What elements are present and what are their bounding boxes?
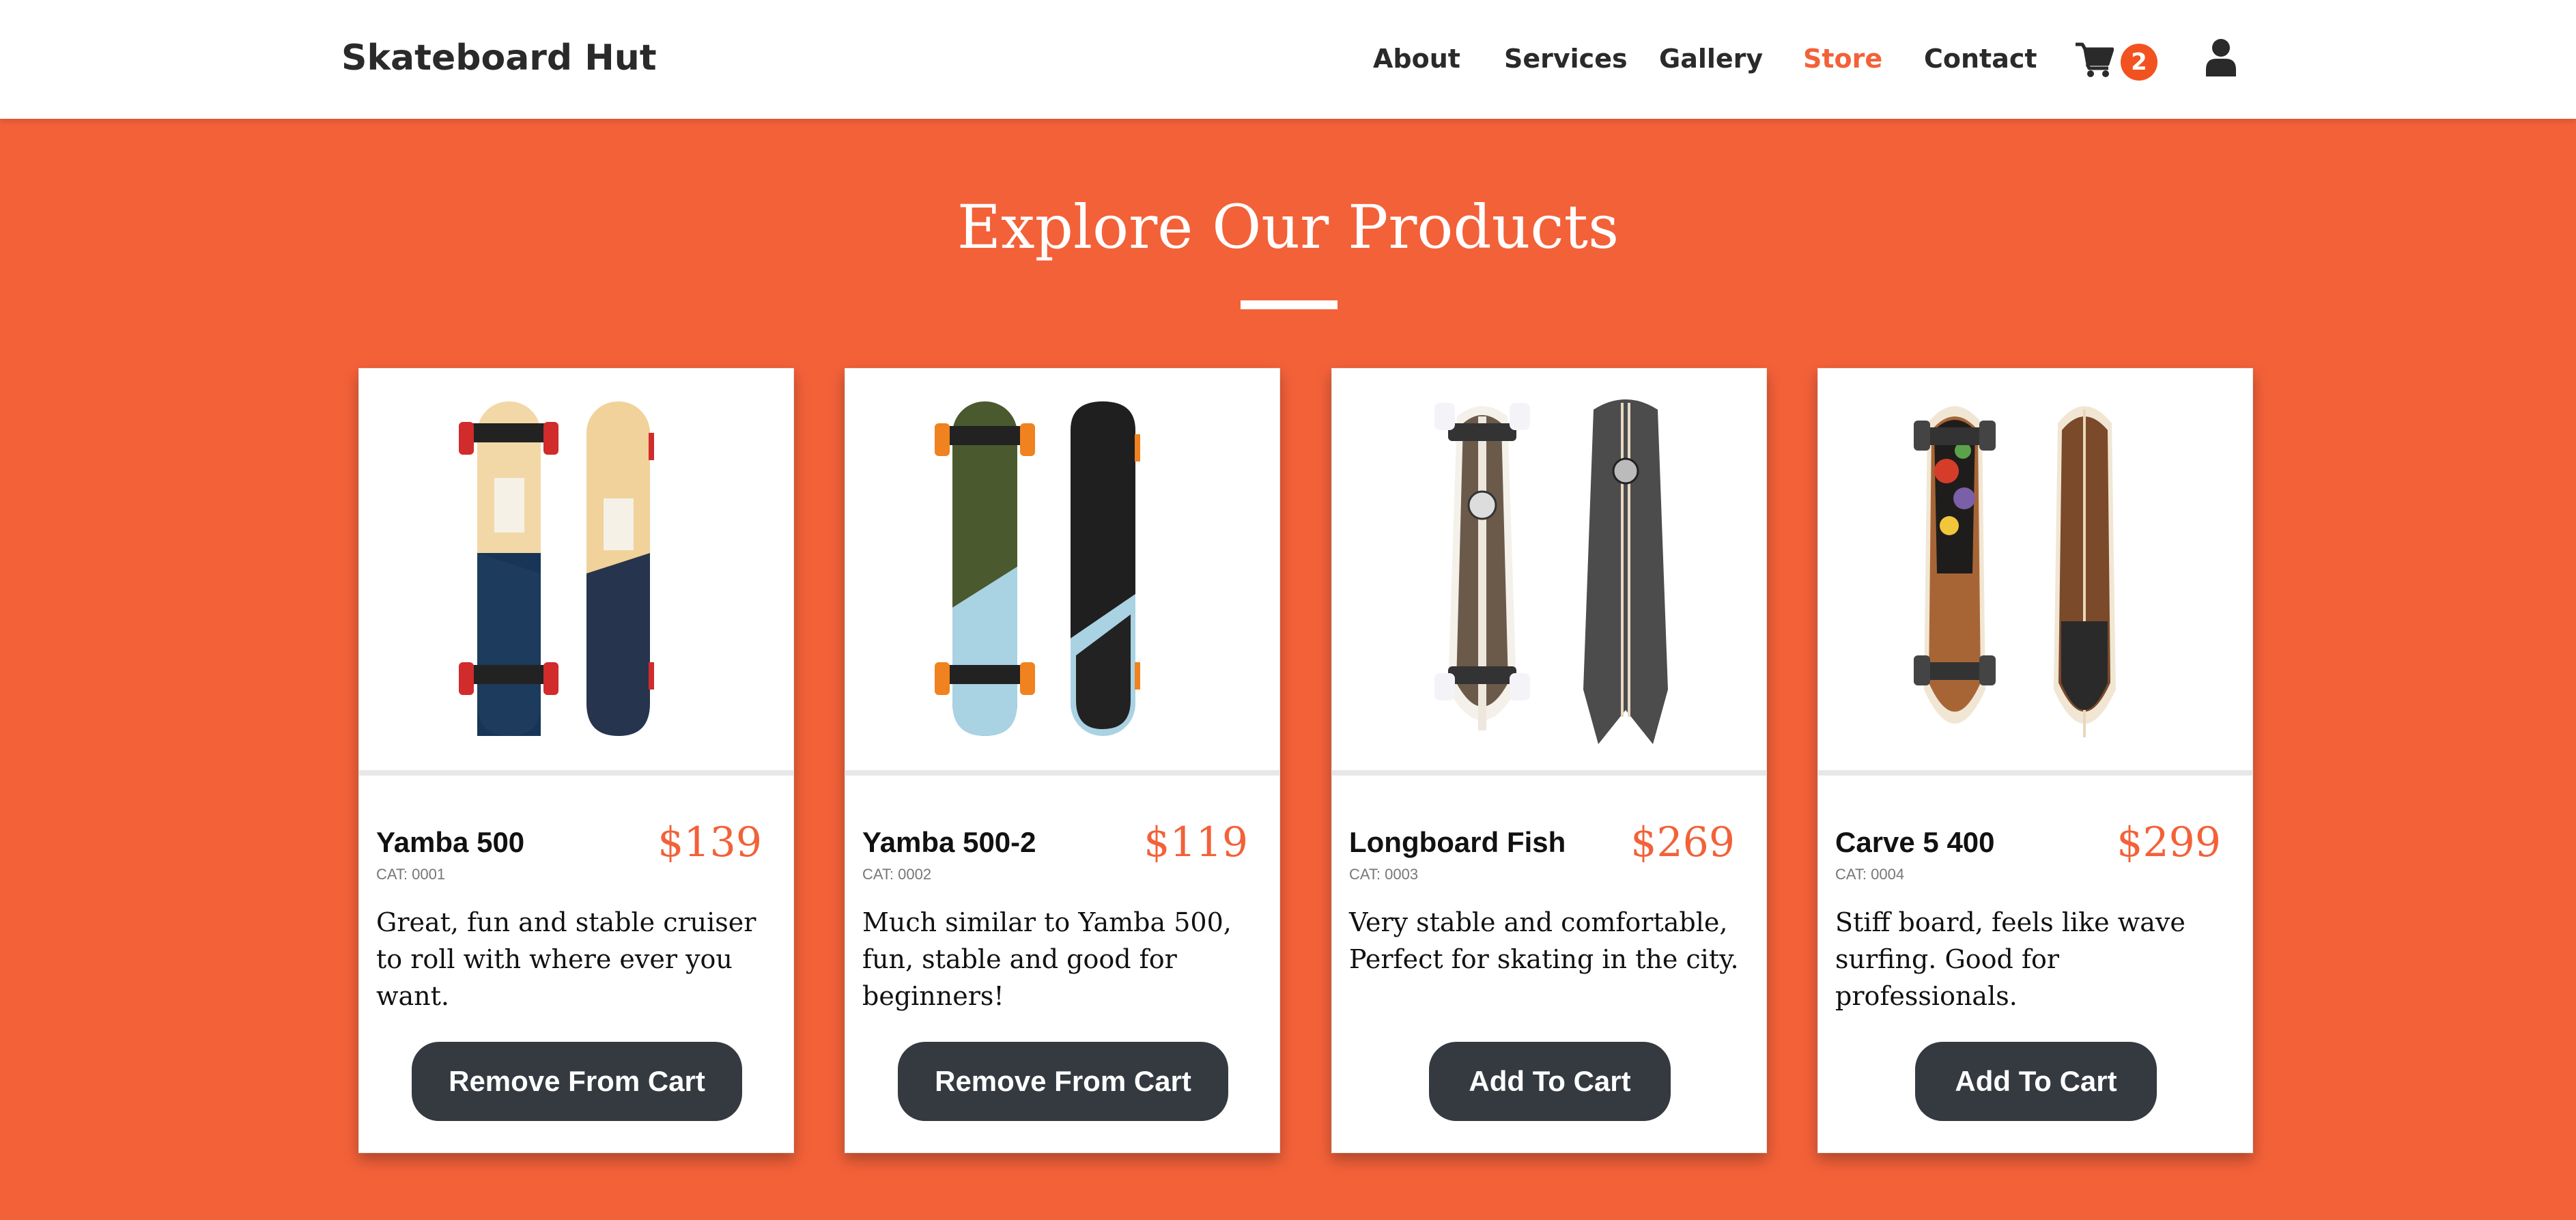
product-card: Longboard Fish CAT: 0003 $269 Very stabl…: [1331, 368, 1767, 1153]
product-card: Yamba 500 CAT: 0001 $139 Great, fun and …: [358, 368, 794, 1153]
product-name: Carve 5 400: [1835, 826, 1995, 858]
nav-link-store[interactable]: Store: [1803, 40, 1882, 78]
product-cat: CAT: 0003: [1349, 866, 1419, 883]
product-card: Yamba 500-2 CAT: 0002 $119 Much similar …: [845, 368, 1280, 1153]
product-card: Carve 5 400 CAT: 0004 $299 Stiff board, …: [1817, 368, 2253, 1153]
product-price: $299: [2117, 819, 2221, 866]
title-underline: [1241, 300, 1337, 309]
nav-link-contact[interactable]: Contact: [1924, 40, 2037, 78]
remove-from-cart-button[interactable]: Remove From Cart: [898, 1042, 1228, 1121]
cart-button[interactable]: 2: [2076, 38, 2157, 83]
product-image: [1818, 369, 2252, 776]
product-price: $269: [1630, 819, 1735, 866]
add-to-cart-button[interactable]: Add To Cart: [1915, 1042, 2157, 1121]
product-name: Yamba 500-2: [862, 826, 1036, 858]
product-image: [359, 369, 793, 776]
nav-link-gallery[interactable]: Gallery: [1659, 40, 1763, 78]
nav-link-services[interactable]: Services: [1504, 40, 1628, 78]
navbar: Skateboard Hut About Services Gallery St…: [0, 0, 2576, 119]
product-name: Longboard Fish: [1349, 826, 1566, 858]
product-price: $139: [657, 819, 762, 866]
remove-from-cart-button[interactable]: Remove From Cart: [412, 1042, 742, 1121]
product-description: Much similar to Yamba 500, fun, stable a…: [862, 907, 1232, 1011]
user-icon: [2206, 39, 2236, 76]
product-name: Yamba 500: [376, 826, 525, 858]
add-to-cart-button[interactable]: Add To Cart: [1429, 1042, 1671, 1121]
product-image: [1332, 369, 1766, 776]
product-cat: CAT: 0004: [1835, 866, 1905, 883]
product-image: [845, 369, 1279, 776]
shopping-cart-icon: [2076, 42, 2114, 77]
product-price: $119: [1144, 819, 1248, 866]
user-button[interactable]: [2204, 38, 2238, 76]
product-cat: CAT: 0002: [862, 866, 932, 883]
product-description: Stiff board, feels like wave surfing. Go…: [1835, 907, 2185, 1011]
brand-logo[interactable]: Skateboard Hut: [341, 34, 657, 82]
product-description: Very stable and comfortable, Perfect for…: [1349, 907, 1739, 974]
nav-link-about[interactable]: About: [1373, 40, 1460, 78]
page-title: Explore Our Products: [957, 192, 1619, 262]
product-cat: CAT: 0001: [376, 866, 446, 883]
product-description: Great, fun and stable cruiser to roll wi…: [376, 907, 756, 1011]
cart-count-badge: 2: [2121, 44, 2157, 81]
